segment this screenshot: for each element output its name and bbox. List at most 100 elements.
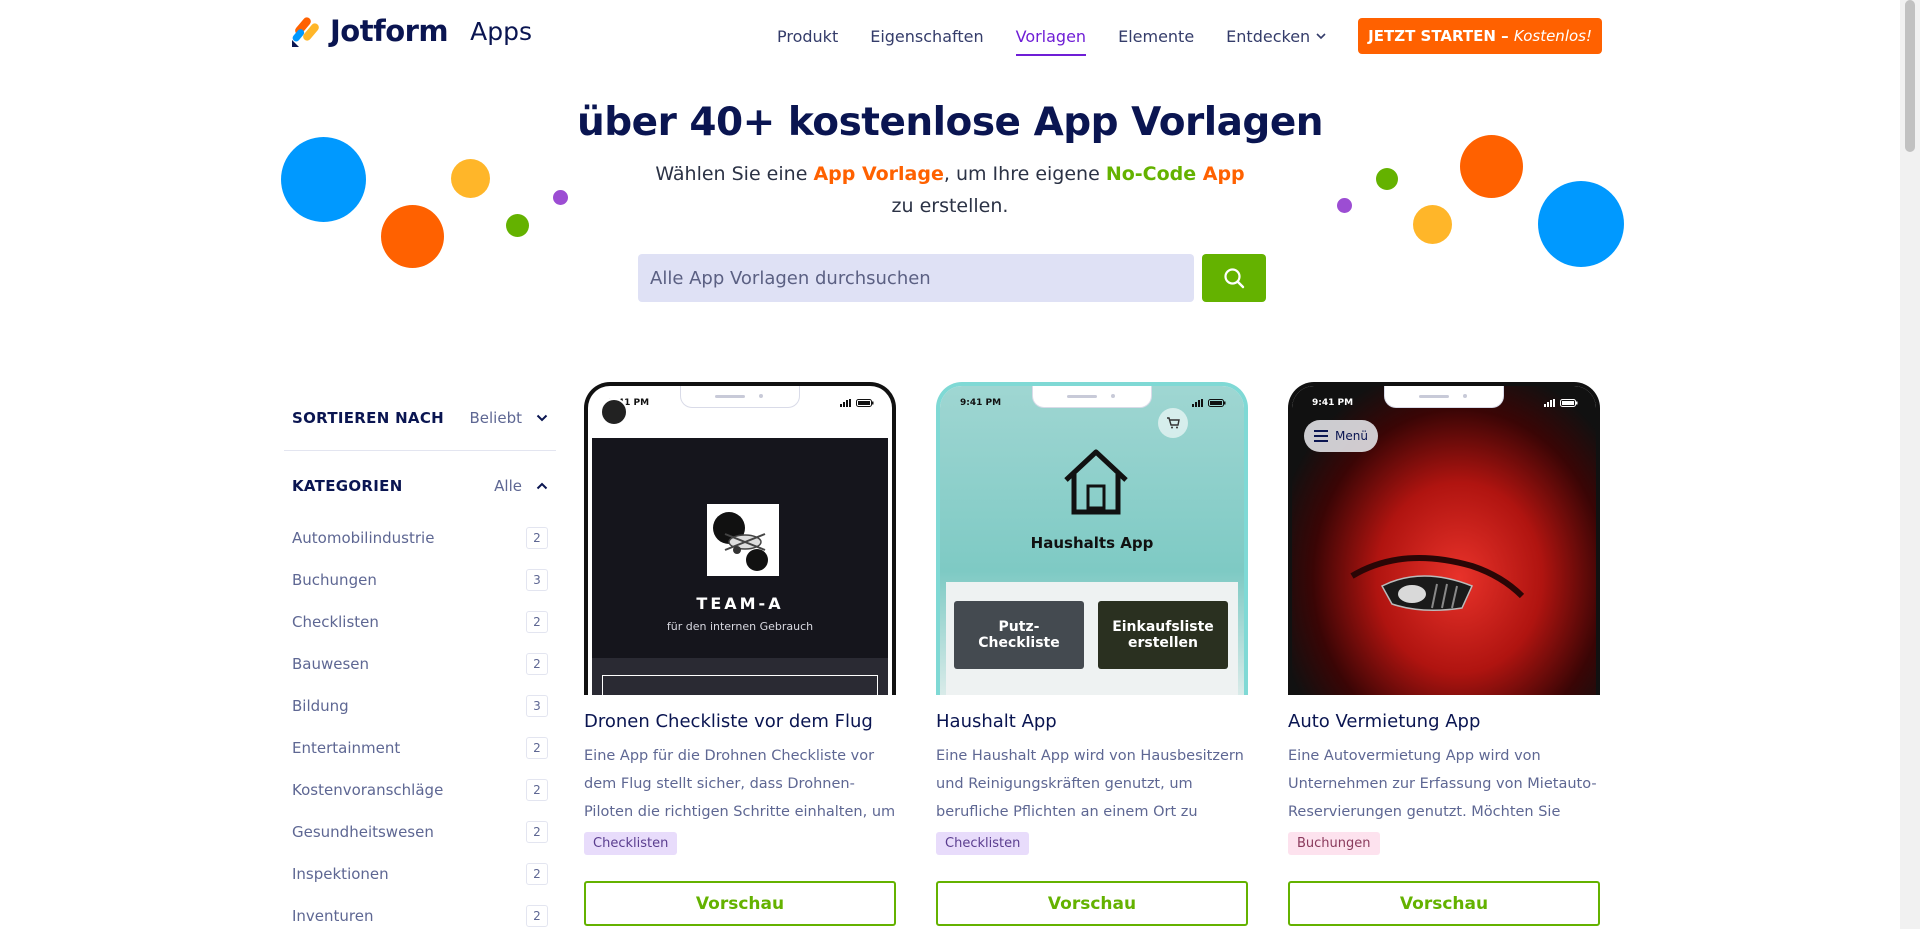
- jotform-logo-icon: [292, 17, 319, 47]
- preview-button[interactable]: Vorschau: [936, 881, 1248, 926]
- card-description: Eine App für die Drohnen Checkliste vor …: [584, 748, 896, 820]
- category-item-checklisten[interactable]: Checklisten 2: [284, 601, 556, 643]
- category-item-gesundheitswesen[interactable]: Gesundheitswesen 2: [284, 811, 556, 853]
- preview-button[interactable]: Vorschau: [584, 881, 896, 926]
- house-icon: [1064, 449, 1128, 515]
- category-count: 2: [526, 863, 548, 885]
- page-scrollbar[interactable]: [1900, 0, 1920, 929]
- phone-notch: [1032, 386, 1152, 408]
- chevron-up-icon: [536, 482, 548, 490]
- logo-sub: Apps: [470, 16, 533, 46]
- tile-shopping-list[interactable]: Einkaufsliste erstellen: [1098, 601, 1228, 669]
- card-title[interactable]: Auto Vermietung App: [1288, 711, 1600, 732]
- category-label: Inventuren: [292, 907, 374, 925]
- nav-vorlagen[interactable]: Vorlagen: [1015, 27, 1087, 56]
- card-description: Eine Autovermietung App wird von Unterne…: [1288, 748, 1597, 820]
- cta-separator: –: [1495, 27, 1514, 45]
- template-card-household[interactable]: 9:41 PM Haushalts App Putz-Checkliste Ei…: [936, 382, 1248, 926]
- scrollbar-thumb[interactable]: [1905, 0, 1915, 152]
- category-label: Checklisten: [292, 613, 379, 631]
- category-item-automobilindustrie[interactable]: Automobilindustrie 2: [284, 517, 556, 559]
- template-preview-image[interactable]: 9:41 PM Menü: [1288, 382, 1600, 695]
- search-input[interactable]: [650, 267, 1194, 289]
- nav-entdecken-label: Entdecken: [1226, 26, 1311, 46]
- deco-dot-blue-right: [1538, 181, 1624, 267]
- cart-button[interactable]: [1158, 408, 1188, 438]
- card-description: Eine Haushalt App wird von Hausbesitzern…: [936, 748, 1244, 820]
- category-item-inspektionen[interactable]: Inspektionen 2: [284, 853, 556, 895]
- category-tag[interactable]: Buchungen: [1288, 832, 1380, 855]
- category-label: Automobilindustrie: [292, 529, 435, 547]
- category-label: Gesundheitswesen: [292, 823, 434, 841]
- menu-button[interactable]: Menü: [1304, 420, 1378, 452]
- nav-eigenschaften[interactable]: Eigenschaften: [870, 27, 983, 56]
- hero-highlight-app: App: [1196, 163, 1245, 185]
- category-label: Inspektionen: [292, 865, 389, 883]
- notch-camera: [1463, 394, 1467, 398]
- logo-text: Jotform: [330, 14, 449, 48]
- battery-icon: [1208, 399, 1226, 407]
- signal-icon: [1544, 399, 1555, 407]
- start-free-button[interactable]: JETZT STARTEN – Kostenlos!: [1358, 18, 1602, 54]
- hero-sub-part-2: , um Ihre eigene: [943, 163, 1106, 185]
- signal-icon: [1192, 399, 1203, 407]
- template-preview-image[interactable]: 9:41 PM TEAM-A für den internen Gebrauch: [584, 382, 896, 695]
- cart-icon: [1167, 417, 1180, 429]
- category-item-entertainment[interactable]: Entertainment 2: [284, 727, 556, 769]
- category-count: 2: [526, 821, 548, 843]
- status-icons: [1192, 399, 1226, 407]
- template-card-car-rental[interactable]: 9:41 PM Menü Auto Vermietung App Eine Au…: [1288, 382, 1600, 926]
- sort-by-value: Beliebt: [469, 409, 523, 427]
- battery-icon: [1560, 399, 1578, 407]
- category-item-inventuren[interactable]: Inventuren 2: [284, 895, 556, 929]
- category-item-bildung[interactable]: Bildung 3: [284, 685, 556, 727]
- status-icons: [840, 399, 874, 407]
- drone-avatar: [600, 398, 628, 426]
- category-count: 2: [526, 653, 548, 675]
- site-header: Jotform Apps Produkt Eigenschaften Vorla…: [0, 0, 1900, 70]
- hero-highlight-no-code: No-Code: [1105, 163, 1197, 185]
- deco-dot-orange-left: [381, 205, 444, 268]
- template-preview-image[interactable]: 9:41 PM Haushalts App Putz-Checkliste Ei…: [936, 382, 1248, 695]
- search-button[interactable]: [1202, 254, 1266, 302]
- page-title: über 40+ kostenlose App Vorlagen: [576, 100, 1324, 145]
- deco-dot-blue-left: [281, 137, 366, 222]
- category-item-kostenvoranschlaege[interactable]: Kostenvoranschläge 2: [284, 769, 556, 811]
- status-time: 9:41 PM: [960, 398, 1002, 408]
- screen-button-outline: [602, 675, 878, 695]
- nav-entdecken[interactable]: Entdecken: [1226, 27, 1326, 56]
- card-title[interactable]: Dronen Checkliste vor dem Flug: [584, 711, 896, 732]
- drone-icon: [713, 512, 768, 571]
- nav-elemente[interactable]: Elemente: [1118, 27, 1194, 56]
- category-count: 3: [526, 695, 548, 717]
- screen-title: Haushalts App: [1030, 534, 1154, 552]
- search-box: [638, 254, 1194, 302]
- signal-icon: [840, 399, 851, 407]
- sort-by-label: SORTIEREN NACH: [292, 409, 444, 427]
- hero-sub-part-1: Wählen Sie eine: [655, 163, 814, 185]
- categories-toggle[interactable]: KATEGORIEN Alle: [284, 463, 556, 509]
- chevron-down-icon: [1316, 33, 1326, 40]
- category-tag[interactable]: Checklisten: [936, 832, 1030, 855]
- hero-subtitle: Wählen Sie eine App Vorlage, um Ihre eig…: [650, 158, 1250, 222]
- category-count: 2: [526, 737, 548, 759]
- sidebar-divider: [284, 450, 556, 451]
- category-label: Kostenvoranschläge: [292, 781, 444, 799]
- category-label: Buchungen: [292, 571, 377, 589]
- tile-cleaning-checklist[interactable]: Putz-Checkliste: [954, 601, 1084, 669]
- category-tag[interactable]: Checklisten: [584, 832, 678, 855]
- main-nav: Produkt Eigenschaften Vorlagen Elemente …: [777, 18, 1602, 56]
- template-card-drone[interactable]: 9:41 PM TEAM-A für den internen Gebrauch…: [584, 382, 896, 926]
- cta-em: Kostenlos!: [1513, 27, 1592, 45]
- category-item-buchungen[interactable]: Buchungen 3: [284, 559, 556, 601]
- sort-by-control[interactable]: SORTIEREN NACH Beliebt: [284, 395, 556, 441]
- card-title[interactable]: Haushalt App: [936, 711, 1248, 732]
- jotform-logo[interactable]: Jotform Apps: [290, 14, 532, 48]
- preview-button[interactable]: Vorschau: [1288, 881, 1600, 926]
- category-item-bauwesen[interactable]: Bauwesen 2: [284, 643, 556, 685]
- drone-logo: [707, 504, 779, 576]
- category-count: 2: [526, 527, 548, 549]
- hero-sub-part-3: zu erstellen.: [891, 195, 1009, 217]
- nav-produkt[interactable]: Produkt: [777, 27, 838, 56]
- category-count: 2: [526, 611, 548, 633]
